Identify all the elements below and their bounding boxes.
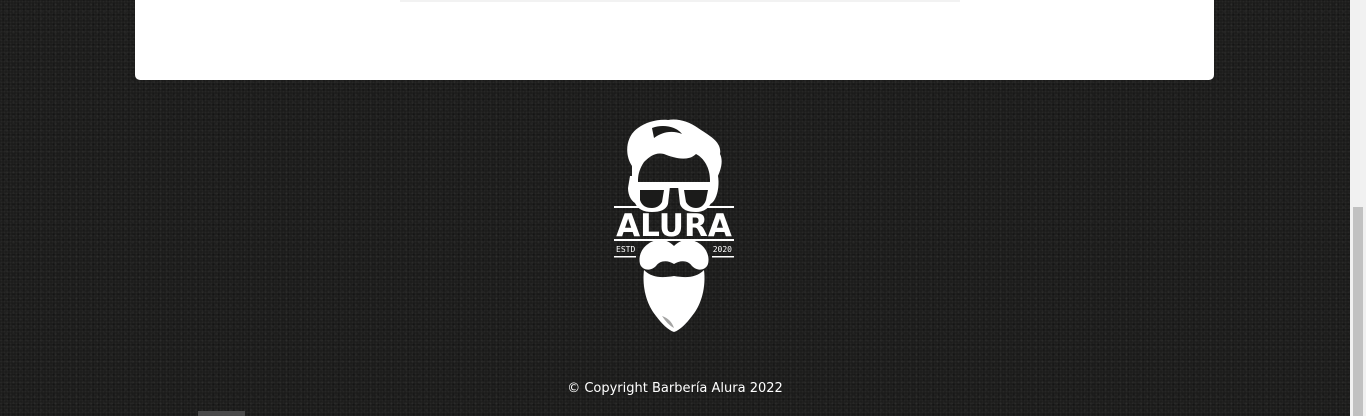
vertical-scrollbar[interactable] (1350, 0, 1366, 416)
content-card (135, 0, 1214, 80)
horizontal-scroll-indicator[interactable] (198, 411, 245, 416)
logo-est-right: 2020 (713, 245, 732, 254)
bearded-man-logo-icon: ALURA ESTD 2020 (614, 119, 734, 332)
alura-logo: ALURA ESTD 2020 (612, 118, 736, 334)
footer-copyright: © Copyright Barbería Alura 2022 (567, 381, 783, 396)
logo-est-left: ESTD (616, 245, 635, 254)
scrollbar-thumb[interactable] (1353, 207, 1363, 416)
card-divider (400, 0, 960, 2)
logo-brand-text: ALURA (616, 208, 732, 244)
